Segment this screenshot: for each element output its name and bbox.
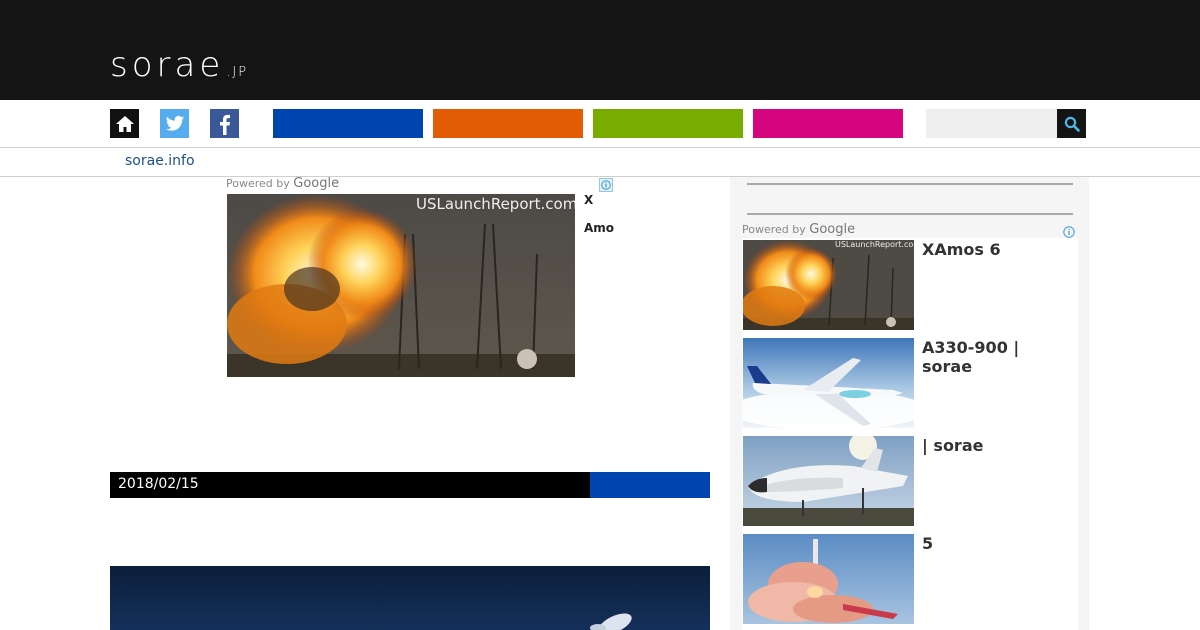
article-date: 2018/02/15 — [118, 476, 199, 492]
facebook-icon — [219, 114, 230, 135]
site-header: sorae .JP — [0, 0, 1200, 100]
category-button-3[interactable] — [593, 109, 743, 138]
sidebar-item-title-3[interactable]: | sorae — [922, 436, 1072, 455]
search-icon — [1064, 116, 1080, 132]
google-text: Google — [809, 222, 856, 237]
sidebar-divider-bottom — [747, 213, 1073, 215]
category-button-2[interactable] — [433, 109, 583, 138]
home-button[interactable] — [110, 109, 139, 138]
sidebar-item-title-4[interactable]: 5 — [922, 534, 1072, 553]
sidebar-item-image-1[interactable]: USLaunchReport.com — [743, 240, 914, 330]
sidebar-item-image-3[interactable] — [743, 436, 914, 526]
sidebar-divider-top — [747, 183, 1073, 185]
search-button[interactable] — [1057, 109, 1086, 138]
sidebar-ad-info-icon[interactable] — [1062, 225, 1076, 239]
ad-title-line-2[interactable]: Amo — [584, 221, 614, 235]
ad-powered-by-google: Powered by Google — [226, 176, 339, 191]
category-button-4[interactable] — [753, 109, 903, 138]
article-category-tag[interactable] — [590, 472, 710, 498]
powered-by-text: Powered by — [742, 223, 806, 236]
sorae-info-link[interactable]: sorae.info — [125, 153, 195, 169]
sidebar-powered-by-google: Powered by Google — [742, 222, 855, 237]
sidebar-item-watermark: USLaunchReport.com — [835, 240, 914, 249]
google-text: Google — [293, 176, 340, 191]
powered-by-text: Powered by — [226, 177, 290, 190]
article-date-bar: 2018/02/15 — [110, 472, 710, 498]
site-logo[interactable]: sorae .JP — [110, 48, 249, 88]
sidebar-item-title-1[interactable]: XAmos 6 — [922, 240, 1072, 259]
category-button-1[interactable] — [273, 109, 423, 138]
ad-info-icon[interactable] — [599, 178, 613, 192]
ad-image-watermark: USLaunchReport.com — [416, 195, 575, 213]
ad-title-line-1[interactable]: X — [584, 193, 593, 207]
sidebar-item-image-4[interactable] — [743, 534, 914, 624]
nav-bar — [0, 100, 1200, 148]
sidebar-item-title-2[interactable]: A330-900 | sorae — [922, 338, 1072, 376]
logo-text: sorae — [110, 45, 225, 85]
home-icon — [115, 115, 134, 132]
article-hero-image — [110, 566, 710, 630]
ad-image-rocket-explosion[interactable]: USLaunchReport.com — [227, 194, 575, 377]
search-input[interactable] — [926, 109, 1058, 138]
sub-nav-bar: sorae.info — [0, 148, 1200, 177]
twitter-icon — [165, 115, 184, 131]
sidebar-item-image-2[interactable] — [743, 338, 914, 428]
facebook-button[interactable] — [210, 109, 239, 138]
logo-suffix: .JP — [226, 65, 249, 80]
twitter-button[interactable] — [160, 109, 189, 138]
